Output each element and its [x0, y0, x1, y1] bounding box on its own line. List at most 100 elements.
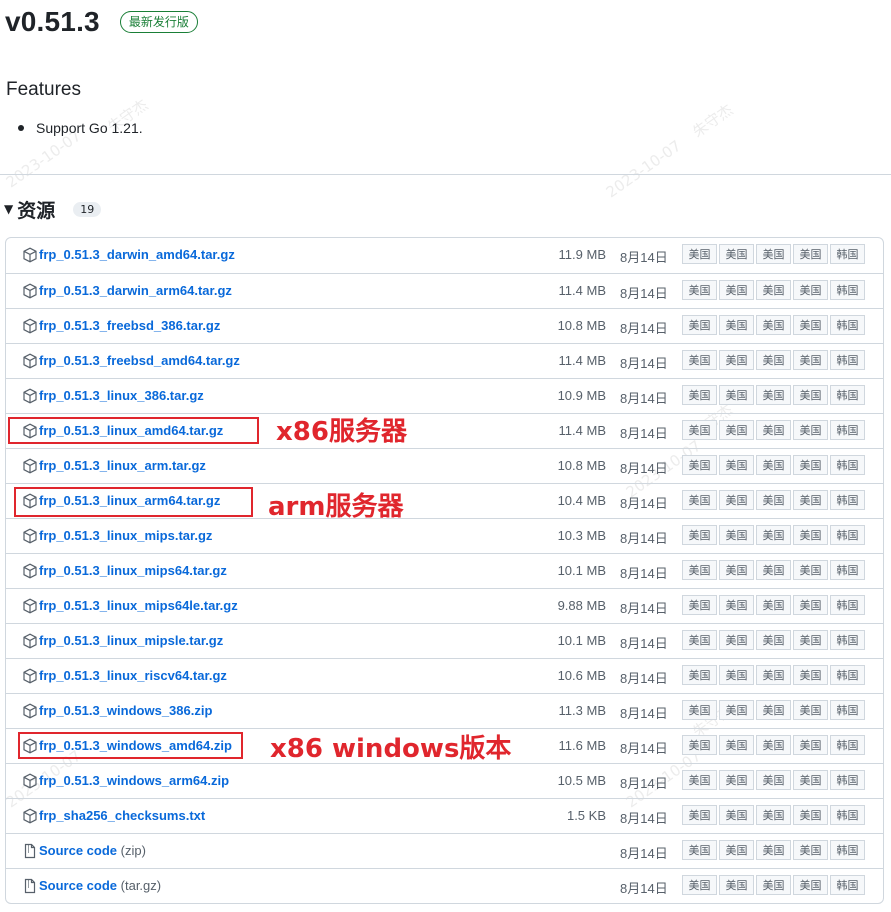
mirror-download-button[interactable]: 美国 [682, 455, 717, 475]
asset-download-link[interactable]: frp_0.51.3_linux_arm.tar.gz [39, 458, 206, 473]
mirror-download-button[interactable]: 美国 [756, 315, 791, 335]
mirror-download-button[interactable]: 美国 [682, 385, 717, 405]
mirror-download-button[interactable]: 韩国 [830, 525, 865, 545]
mirror-download-button[interactable]: 美国 [756, 350, 791, 370]
mirror-download-button[interactable]: 韩国 [830, 244, 865, 264]
mirror-download-button[interactable]: 美国 [719, 420, 754, 440]
mirror-download-button[interactable]: 美国 [756, 420, 791, 440]
mirror-download-button[interactable]: 美国 [719, 630, 754, 650]
release-version[interactable]: v0.51.3 [5, 6, 100, 38]
mirror-download-button[interactable]: 美国 [756, 700, 791, 720]
mirror-download-button[interactable]: 美国 [682, 735, 717, 755]
mirror-download-button[interactable]: 美国 [793, 280, 828, 300]
mirror-download-button[interactable]: 韩国 [830, 280, 865, 300]
mirror-download-button[interactable]: 韩国 [830, 770, 865, 790]
mirror-download-button[interactable]: 美国 [719, 560, 754, 580]
mirror-download-button[interactable]: 美国 [756, 665, 791, 685]
mirror-download-button[interactable]: 美国 [793, 385, 828, 405]
mirror-download-button[interactable]: 韩国 [830, 490, 865, 510]
mirror-download-button[interactable]: 美国 [756, 244, 791, 264]
mirror-download-button[interactable]: 美国 [719, 350, 754, 370]
mirror-download-button[interactable]: 美国 [756, 770, 791, 790]
mirror-download-button[interactable]: 美国 [719, 665, 754, 685]
mirror-download-button[interactable]: 美国 [682, 420, 717, 440]
asset-download-link[interactable]: Source code (zip) [39, 843, 146, 858]
mirror-download-button[interactable]: 美国 [793, 420, 828, 440]
mirror-download-button[interactable]: 美国 [682, 490, 717, 510]
mirror-download-button[interactable]: 美国 [793, 700, 828, 720]
mirror-download-button[interactable]: 美国 [719, 735, 754, 755]
asset-download-link[interactable]: frp_0.51.3_linux_mipsle.tar.gz [39, 633, 223, 648]
mirror-download-button[interactable]: 美国 [793, 770, 828, 790]
mirror-download-button[interactable]: 美国 [756, 595, 791, 615]
mirror-download-button[interactable]: 美国 [793, 525, 828, 545]
asset-download-link[interactable]: frp_0.51.3_darwin_arm64.tar.gz [39, 283, 232, 298]
mirror-download-button[interactable]: 美国 [793, 875, 828, 895]
asset-download-link[interactable]: frp_0.51.3_windows_386.zip [39, 703, 212, 718]
mirror-download-button[interactable]: 美国 [793, 665, 828, 685]
mirror-download-button[interactable]: 韩国 [830, 700, 865, 720]
mirror-download-button[interactable]: 韩国 [830, 840, 865, 860]
asset-download-link[interactable]: frp_0.51.3_windows_arm64.zip [39, 773, 229, 788]
mirror-download-button[interactable]: 美国 [719, 700, 754, 720]
mirror-download-button[interactable]: 韩国 [830, 385, 865, 405]
mirror-download-button[interactable]: 美国 [682, 595, 717, 615]
mirror-download-button[interactable]: 韩国 [830, 875, 865, 895]
mirror-download-button[interactable]: 韩国 [830, 315, 865, 335]
mirror-download-button[interactable]: 韩国 [830, 630, 865, 650]
mirror-download-button[interactable]: 美国 [793, 350, 828, 370]
mirror-download-button[interactable]: 美国 [682, 700, 717, 720]
mirror-download-button[interactable]: 韩国 [830, 455, 865, 475]
mirror-download-button[interactable]: 美国 [682, 875, 717, 895]
mirror-download-button[interactable]: 美国 [756, 455, 791, 475]
mirror-download-button[interactable]: 美国 [756, 840, 791, 860]
mirror-download-button[interactable]: 美国 [719, 595, 754, 615]
mirror-download-button[interactable]: 美国 [756, 805, 791, 825]
mirror-download-button[interactable]: 韩国 [830, 665, 865, 685]
mirror-download-button[interactable]: 美国 [793, 315, 828, 335]
mirror-download-button[interactable]: 美国 [793, 805, 828, 825]
mirror-download-button[interactable]: 美国 [682, 840, 717, 860]
mirror-download-button[interactable]: 美国 [793, 244, 828, 264]
mirror-download-button[interactable]: 美国 [682, 244, 717, 264]
asset-download-link[interactable]: frp_0.51.3_linux_386.tar.gz [39, 388, 204, 403]
mirror-download-button[interactable]: 韩国 [830, 560, 865, 580]
mirror-download-button[interactable]: 美国 [756, 560, 791, 580]
mirror-download-button[interactable]: 美国 [682, 560, 717, 580]
mirror-download-button[interactable]: 美国 [682, 280, 717, 300]
asset-download-link[interactable]: Source code (tar.gz) [39, 878, 161, 893]
mirror-download-button[interactable]: 韩国 [830, 350, 865, 370]
asset-download-link[interactable]: frp_0.51.3_linux_mips64le.tar.gz [39, 598, 238, 613]
mirror-download-button[interactable]: 美国 [793, 735, 828, 755]
mirror-download-button[interactable]: 韩国 [830, 595, 865, 615]
mirror-download-button[interactable]: 美国 [756, 525, 791, 545]
asset-download-link[interactable]: frp_0.51.3_freebsd_386.tar.gz [39, 318, 220, 333]
mirror-download-button[interactable]: 美国 [756, 875, 791, 895]
mirror-download-button[interactable]: 韩国 [830, 805, 865, 825]
mirror-download-button[interactable]: 美国 [793, 455, 828, 475]
mirror-download-button[interactable]: 美国 [682, 630, 717, 650]
mirror-download-button[interactable]: 美国 [682, 315, 717, 335]
mirror-download-button[interactable]: 美国 [793, 490, 828, 510]
mirror-download-button[interactable]: 美国 [756, 385, 791, 405]
asset-download-link[interactable]: frp_0.51.3_linux_riscv64.tar.gz [39, 668, 227, 683]
mirror-download-button[interactable]: 美国 [793, 630, 828, 650]
mirror-download-button[interactable]: 美国 [719, 490, 754, 510]
mirror-download-button[interactable]: 美国 [682, 805, 717, 825]
mirror-download-button[interactable]: 美国 [719, 805, 754, 825]
mirror-download-button[interactable]: 美国 [719, 280, 754, 300]
mirror-download-button[interactable]: 美国 [719, 770, 754, 790]
mirror-download-button[interactable]: 美国 [719, 455, 754, 475]
asset-download-link[interactable]: frp_0.51.3_linux_mips64.tar.gz [39, 563, 227, 578]
mirror-download-button[interactable]: 美国 [793, 840, 828, 860]
mirror-download-button[interactable]: 美国 [756, 630, 791, 650]
mirror-download-button[interactable]: 美国 [719, 385, 754, 405]
mirror-download-button[interactable]: 美国 [756, 490, 791, 510]
mirror-download-button[interactable]: 美国 [719, 315, 754, 335]
mirror-download-button[interactable]: 美国 [719, 875, 754, 895]
mirror-download-button[interactable]: 美国 [682, 350, 717, 370]
mirror-download-button[interactable]: 美国 [682, 665, 717, 685]
mirror-download-button[interactable]: 美国 [793, 560, 828, 580]
asset-download-link[interactable]: frp_0.51.3_freebsd_amd64.tar.gz [39, 353, 240, 368]
assets-toggle[interactable]: ▼ 资源 19 [4, 195, 102, 223]
